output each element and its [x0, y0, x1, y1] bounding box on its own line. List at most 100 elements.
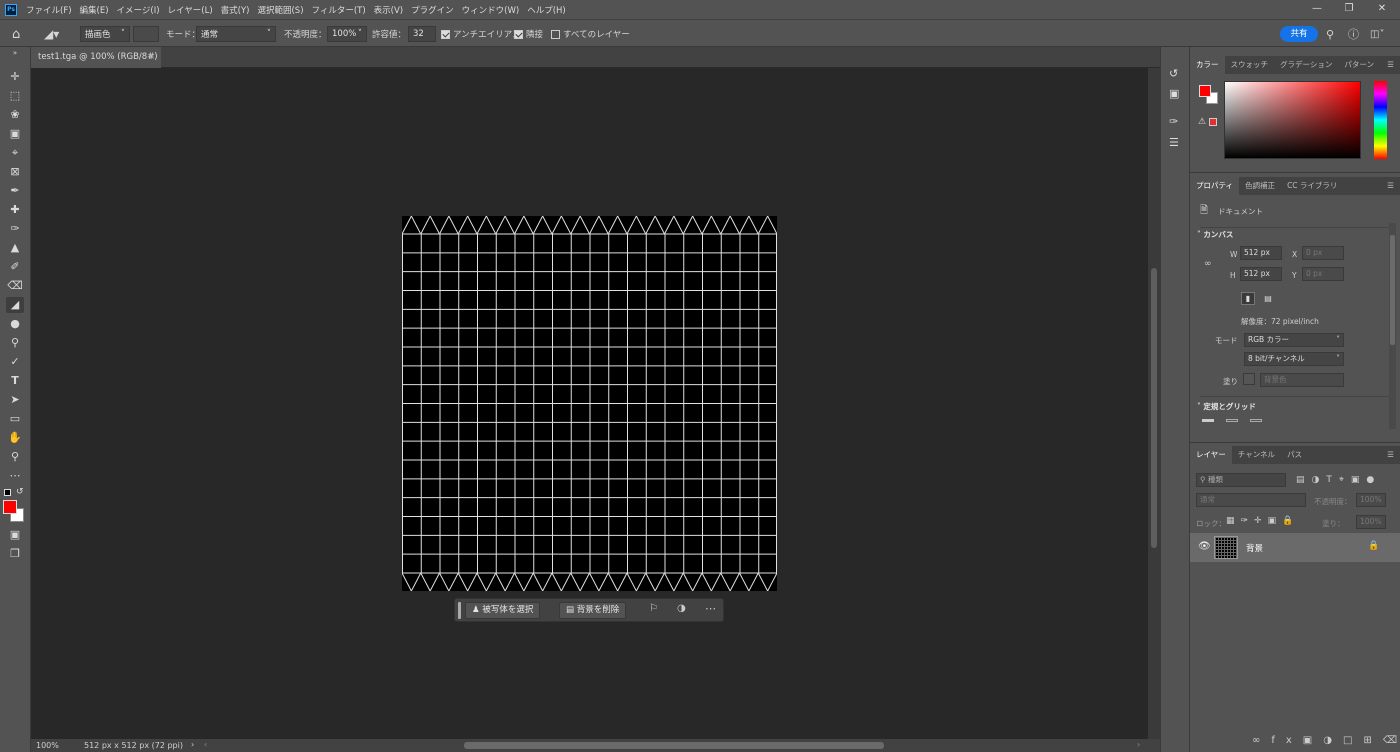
add-mask-icon[interactable]: ▣	[1303, 735, 1323, 746]
tab-channels[interactable]: チャンネル	[1232, 446, 1281, 464]
x-field[interactable]: 0 px	[1302, 246, 1344, 260]
workspace-icon[interactable]: ◫˅	[1370, 26, 1384, 42]
tab-patterns[interactable]: パターン	[1338, 56, 1380, 74]
properties-scrollbar[interactable]	[1389, 223, 1396, 429]
more-tools-icon[interactable]: ⋯	[6, 468, 24, 484]
fx-icon[interactable]: fx	[1271, 735, 1302, 746]
menu-window[interactable]: ウィンドウ(W)	[458, 4, 524, 16]
flag-icon[interactable]: ⚐	[649, 603, 658, 614]
menu-layer[interactable]: レイヤー(L)	[164, 4, 217, 16]
color-mode-select[interactable]: RGB カラー ˅	[1244, 333, 1344, 347]
home-icon[interactable]: ⌂	[12, 26, 20, 42]
bit-depth-select[interactable]: 8 bit/チャンネル ˅	[1244, 352, 1344, 366]
contiguous-checkbox[interactable]: 隣接	[514, 26, 543, 42]
lock-icons[interactable]: ▦✑✛▣🔒	[1226, 516, 1299, 526]
mode-select[interactable]: 通常 ˅	[196, 26, 276, 42]
layer-filter-select[interactable]: ⚲ 種類	[1196, 473, 1286, 487]
vertical-scroll-thumb[interactable]	[1151, 268, 1157, 548]
tolerance-input[interactable]: 32	[408, 26, 436, 42]
dodge-tool-icon[interactable]: ⚲	[6, 335, 24, 351]
default-colors-icon[interactable]	[4, 489, 11, 496]
new-layer-icon[interactable]: ⊞	[1363, 735, 1382, 746]
paint-bucket-tool-icon[interactable]: ◢	[6, 297, 24, 313]
brush-settings-icon[interactable]: ✑	[1169, 115, 1178, 128]
canvas-section-header[interactable]: ˅ カンバス	[1197, 229, 1233, 240]
menu-filter[interactable]: フィルター(T)	[308, 4, 370, 16]
pattern-picker[interactable]	[133, 26, 159, 42]
layer-row[interactable]: 👁 背景 🔒	[1190, 533, 1400, 562]
landscape-icon[interactable]: ▤	[1261, 292, 1275, 305]
move-tool-icon[interactable]: ✛	[6, 69, 24, 85]
pen-tool-icon[interactable]: ✓	[6, 354, 24, 370]
search-icon[interactable]: ⚲	[1326, 26, 1334, 42]
menu-edit[interactable]: 編集(E)	[76, 4, 113, 16]
menu-type[interactable]: 書式(Y)	[217, 4, 254, 16]
document-canvas[interactable]	[402, 216, 777, 591]
comment-icon[interactable]: ▣	[1169, 87, 1179, 100]
adjust-icon[interactable]: ◑	[677, 603, 686, 614]
zoom-level[interactable]: 100%	[36, 741, 59, 750]
minimize-icon[interactable]: —	[1310, 2, 1324, 16]
color-fg-swatch[interactable]	[1199, 85, 1211, 97]
collapse-icon[interactable]: »	[6, 49, 24, 57]
color-field[interactable]	[1224, 81, 1361, 159]
screen-mode-icon[interactable]: ❐	[6, 546, 24, 562]
tab-properties[interactable]: プロパティ	[1190, 177, 1240, 195]
adjustment-layer-icon[interactable]: ◑	[1323, 735, 1343, 746]
stamp-tool-icon[interactable]: ▲	[6, 240, 24, 256]
zoom-tool-icon[interactable]: ⚲	[6, 449, 24, 465]
tab-swatches[interactable]: スウォッチ	[1225, 56, 1275, 74]
frame-tool-icon[interactable]: ⊠	[6, 164, 24, 180]
close-tab-icon[interactable]: ×	[148, 47, 155, 68]
select-subject-button[interactable]: ♟ 被写体を選択	[465, 602, 541, 619]
layer-name[interactable]: 背景	[1246, 542, 1263, 554]
properties-scroll-thumb[interactable]	[1390, 235, 1395, 345]
portrait-icon[interactable]: ▮	[1241, 292, 1255, 305]
link-icon[interactable]: ∞	[1204, 259, 1212, 269]
fill-source-select[interactable]: 描画色 ˅	[80, 26, 130, 42]
close-icon[interactable]: ✕	[1375, 2, 1389, 16]
help-icon[interactable]: ⓘ	[1348, 26, 1359, 42]
ruler-icon[interactable]	[1202, 419, 1214, 422]
blur-tool-icon[interactable]: ●	[6, 316, 24, 332]
remove-background-button[interactable]: ▤ 背景を削除	[559, 602, 627, 619]
healing-brush-tool-icon[interactable]: ✚	[6, 202, 24, 218]
fill-swatch[interactable]	[1243, 373, 1255, 385]
fill-select[interactable]: 背景色	[1260, 373, 1344, 387]
opacity-input[interactable]: 100% ˅	[327, 26, 367, 42]
drag-handle[interactable]	[458, 602, 461, 619]
menu-view[interactable]: 表示(V)	[370, 4, 407, 16]
more-options-icon[interactable]: ⋯	[705, 602, 716, 615]
scroll-right-icon[interactable]: ›	[1137, 740, 1140, 749]
horizontal-scroll-thumb[interactable]	[464, 742, 884, 749]
menu-help[interactable]: ヘルプ(H)	[523, 4, 570, 16]
swap-colors-icon[interactable]: ↺	[16, 487, 24, 497]
vertical-scrollbar[interactable]	[1148, 68, 1160, 740]
tab-color[interactable]: カラー	[1190, 56, 1225, 74]
scroll-left-icon[interactable]: ‹	[204, 740, 207, 749]
menu-file[interactable]: ファイル(F)	[22, 4, 76, 16]
share-button[interactable]: 共有	[1280, 26, 1318, 42]
paint-bucket-preset-icon[interactable]: ◢▾	[44, 26, 59, 42]
document-tab[interactable]: test1.tga @ 100% (RGB/8#) ×	[31, 47, 161, 68]
lock-icon[interactable]: 🔒	[1368, 541, 1379, 551]
guides-icon[interactable]	[1250, 419, 1262, 422]
layer-opacity-field[interactable]: 100%	[1356, 493, 1386, 507]
height-field[interactable]: 512 px	[1240, 267, 1282, 281]
guides-section-header[interactable]: ˅ 定規とグリッド	[1197, 401, 1256, 412]
menu-image[interactable]: イメージ(I)	[113, 4, 164, 16]
layer-fill-field[interactable]: 100%	[1356, 515, 1386, 529]
history-brush-tool-icon[interactable]: ✐	[6, 259, 24, 275]
tab-layers[interactable]: レイヤー	[1190, 446, 1232, 464]
tab-gradients[interactable]: グラデーション	[1274, 56, 1338, 74]
status-expand-icon[interactable]: ›	[191, 740, 194, 749]
history-icon[interactable]: ↺	[1169, 67, 1178, 80]
y-field[interactable]: 0 px	[1302, 267, 1344, 281]
foreground-color-swatch[interactable]	[3, 500, 17, 514]
quick-mask-icon[interactable]: ▣	[6, 527, 24, 543]
all-layers-checkbox[interactable]: すべてのレイヤー	[551, 26, 630, 42]
type-tool-icon[interactable]: T	[6, 373, 24, 389]
path-select-tool-icon[interactable]: ➤	[6, 392, 24, 408]
tab-paths[interactable]: パス	[1281, 446, 1308, 464]
visibility-eye-icon[interactable]: 👁	[1198, 541, 1211, 552]
